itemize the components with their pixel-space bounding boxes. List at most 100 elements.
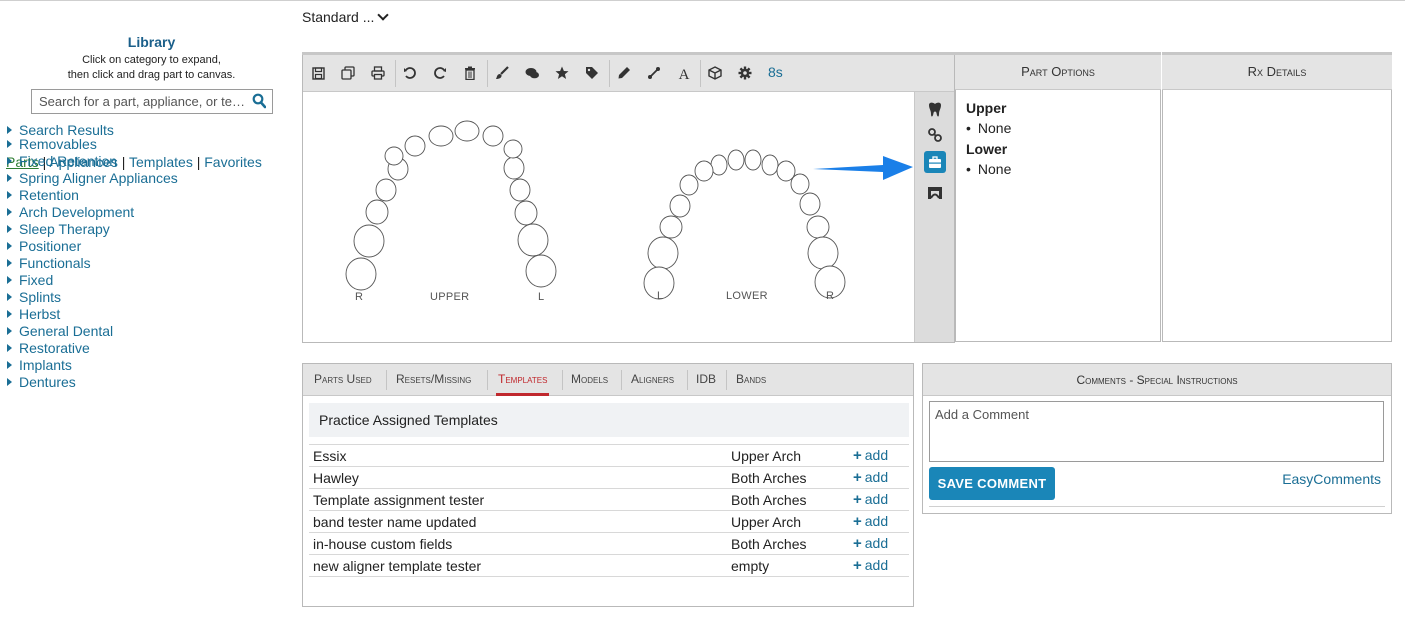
rx-details-panel: Rx Details: [1162, 52, 1392, 342]
part-options-body: Upper None Lower None: [966, 98, 1011, 180]
caret-right-icon: [7, 361, 12, 369]
pencil-icon[interactable]: [616, 65, 632, 81]
tag-icon[interactable]: [584, 65, 600, 81]
tab-templates[interactable]: Templates: [495, 364, 550, 396]
line-tool-icon[interactable]: [646, 65, 662, 81]
tab-separator: [621, 370, 622, 390]
caret-right-icon: [7, 191, 12, 199]
option-item[interactable]: None: [966, 159, 1011, 180]
library-title: Library: [127, 34, 176, 50]
copy-icon[interactable]: [340, 65, 356, 81]
tab-resets-missing[interactable]: Resets/Missing: [396, 364, 471, 396]
upper-arch[interactable]: [345, 120, 557, 291]
bridge-icon[interactable]: [924, 182, 946, 204]
category-label: Removables: [19, 136, 97, 152]
category-item[interactable]: Implants: [7, 357, 178, 374]
plus-icon: +: [853, 513, 862, 530]
comments-icon[interactable]: [524, 65, 540, 81]
plus-icon: +: [853, 491, 862, 508]
option-item[interactable]: None: [966, 118, 1011, 139]
easy-comments-link[interactable]: EasyComments: [1282, 471, 1381, 487]
category-item[interactable]: Arch Development: [7, 204, 178, 221]
comment-input[interactable]: [929, 401, 1384, 462]
print-icon[interactable]: [370, 65, 386, 81]
tab-separator: |: [196, 154, 201, 170]
template-arch: Both Arches: [731, 535, 807, 552]
caret-right-icon: [7, 327, 12, 335]
add-template-button[interactable]: + add: [849, 467, 909, 489]
template-arch: Both Arches: [731, 491, 807, 508]
category-item[interactable]: Removables: [7, 136, 178, 153]
templates-panel: Parts Used Resets/Missing Templates Mode…: [302, 363, 914, 607]
add-label: add: [864, 447, 889, 463]
category-label: Herbst: [19, 306, 61, 322]
category-item[interactable]: Herbst: [7, 306, 178, 323]
add-template-button[interactable]: + add: [849, 555, 909, 577]
category-item[interactable]: Fixed Retention: [7, 153, 178, 170]
redo-icon[interactable]: [432, 65, 448, 81]
category-item[interactable]: Restorative: [7, 340, 178, 357]
table-row: Hawley Both Arches + add: [309, 466, 909, 489]
category-item[interactable]: Sleep Therapy: [7, 221, 178, 238]
comments-panel: Comments - Special Instructions SAVE COM…: [922, 363, 1392, 514]
table-row: in-house custom fields Both Arches + add: [309, 532, 909, 555]
library-search-input[interactable]: [32, 90, 244, 113]
tooth-chart[interactable]: [303, 93, 914, 343]
plus-icon: +: [853, 447, 862, 464]
template-name: Hawley: [313, 469, 359, 486]
plus-icon: +: [853, 535, 862, 552]
part-options-panel: Part Options Upper None Lower None: [955, 52, 1161, 342]
tab-bands[interactable]: Bands: [736, 364, 766, 396]
text-icon[interactable]: A: [676, 65, 692, 81]
star-icon[interactable]: [554, 65, 570, 81]
category-item[interactable]: Fixed: [7, 272, 178, 289]
add-label: add: [864, 491, 889, 507]
caret-right-icon: [7, 310, 12, 318]
table-row: band tester name updated Upper Arch + add: [309, 510, 909, 533]
tab-separator: [687, 370, 688, 390]
category-item[interactable]: Spring Aligner Appliances: [7, 170, 178, 187]
category-item[interactable]: Splints: [7, 289, 178, 306]
category-label: Positioner: [19, 238, 82, 254]
category-item[interactable]: Functionals: [7, 255, 178, 272]
standard-dropdown[interactable]: Standard ...: [302, 9, 390, 25]
search-icon[interactable]: [252, 93, 266, 109]
library-tab-favorites[interactable]: Favorites: [204, 154, 262, 170]
save-icon[interactable]: [310, 65, 326, 81]
undo-icon[interactable]: [402, 65, 418, 81]
tab-idb[interactable]: IDB: [696, 364, 716, 396]
category-label: Functionals: [19, 255, 91, 271]
chevron-down-icon: [377, 9, 390, 21]
tab-separator: [386, 370, 387, 390]
library-help-line2: then click and drag part to canvas.: [67, 69, 236, 81]
briefcase-icon[interactable]: [924, 151, 946, 173]
link-icon[interactable]: [924, 124, 946, 146]
category-label: Retention: [19, 187, 79, 203]
timer-readout: 8s: [768, 64, 783, 80]
tab-parts-used[interactable]: Parts Used: [314, 364, 372, 396]
add-template-button[interactable]: + add: [849, 511, 909, 533]
category-item[interactable]: General Dental: [7, 323, 178, 340]
rx-details-header: Rx Details: [1162, 52, 1392, 90]
category-label: Fixed: [19, 272, 54, 288]
trash-icon[interactable]: [462, 65, 478, 81]
category-item[interactable]: Dentures: [7, 374, 178, 391]
cube-icon[interactable]: [707, 65, 723, 81]
brush-icon[interactable]: [494, 65, 510, 81]
add-template-button[interactable]: + add: [849, 445, 909, 467]
gear-icon[interactable]: [737, 65, 753, 81]
add-template-button[interactable]: + add: [849, 489, 909, 511]
caret-right-icon: [7, 208, 12, 216]
tab-models[interactable]: Models: [571, 364, 608, 396]
category-item[interactable]: Positioner: [7, 238, 178, 255]
table-row: Template assignment tester Both Arches +…: [309, 488, 909, 511]
library-search[interactable]: [31, 89, 273, 114]
template-name: Template assignment tester: [313, 491, 485, 508]
option-group-label: Lower: [966, 141, 1008, 157]
add-label: add: [864, 535, 889, 551]
category-item[interactable]: Retention: [7, 187, 178, 204]
tooth-icon[interactable]: [924, 99, 946, 121]
add-template-button[interactable]: + add: [849, 533, 909, 555]
tab-aligners[interactable]: Aligners: [631, 364, 674, 396]
save-comment-button[interactable]: SAVE COMMENT: [929, 467, 1055, 500]
